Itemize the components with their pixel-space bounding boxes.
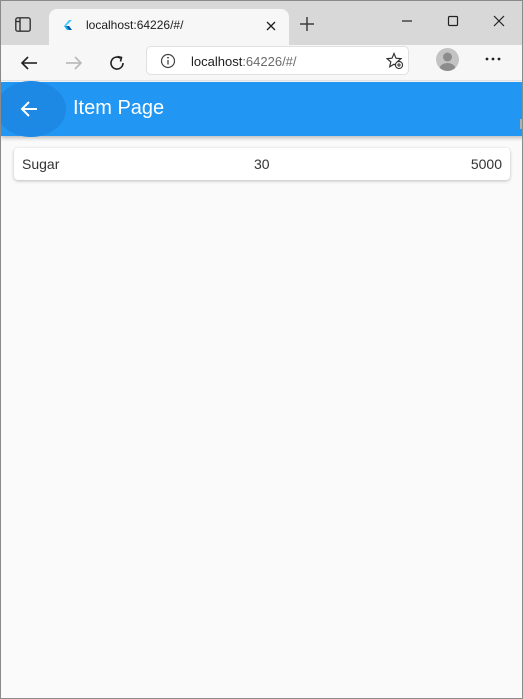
minimize-button[interactable]	[395, 11, 419, 31]
address-bar[interactable]: localhost:64226/#/	[146, 46, 409, 75]
info-icon[interactable]	[160, 53, 176, 69]
tab-strip: localhost:64226/#/	[1, 1, 522, 45]
item-name: Sugar	[22, 156, 60, 172]
window-close-button[interactable]	[487, 11, 511, 31]
refresh-icon	[110, 55, 124, 70]
flutter-favicon-icon	[64, 20, 72, 30]
more-horizontal-icon	[485, 57, 501, 61]
arrow-right-icon	[66, 56, 83, 70]
browser-tab[interactable]: localhost:64226/#/	[49, 9, 289, 45]
url-path: :64226/#/	[242, 54, 297, 69]
url-text: localhost:64226/#/	[191, 54, 297, 69]
app-back-button[interactable]	[17, 97, 41, 121]
refresh-button[interactable]	[105, 51, 129, 75]
add-favorite-icon[interactable]	[386, 52, 404, 70]
new-tab-button[interactable]	[297, 14, 317, 34]
arrow-left-icon	[20, 56, 37, 70]
tab-actions-icon	[15, 16, 31, 32]
item-price: 5000	[470, 156, 502, 172]
plus-icon	[300, 17, 314, 31]
app-bar: Item Page	[1, 81, 522, 137]
maximize-button[interactable]	[441, 11, 465, 31]
back-nav-button[interactable]	[17, 51, 41, 75]
item-quantity: 30	[254, 156, 270, 172]
minimize-icon	[402, 20, 412, 22]
maximize-icon	[447, 15, 459, 27]
tab-title: localhost:64226/#/	[86, 18, 184, 32]
tab-actions-button[interactable]	[13, 15, 33, 33]
person-icon	[439, 52, 456, 71]
arrow-back-icon	[20, 101, 37, 117]
settings-more-button[interactable]	[483, 51, 503, 67]
browser-window: localhost:64226/#/ localhost:64226/#/ It…	[0, 0, 523, 699]
item-card[interactable]: Sugar 30 5000	[14, 148, 510, 180]
close-icon	[266, 21, 276, 31]
page-title: Item Page	[73, 97, 165, 119]
profile-avatar[interactable]	[436, 48, 459, 71]
window-close-icon	[493, 15, 505, 27]
url-host: localhost	[191, 54, 243, 69]
tab-close-button[interactable]	[263, 18, 279, 34]
forward-nav-button[interactable]	[62, 51, 86, 75]
